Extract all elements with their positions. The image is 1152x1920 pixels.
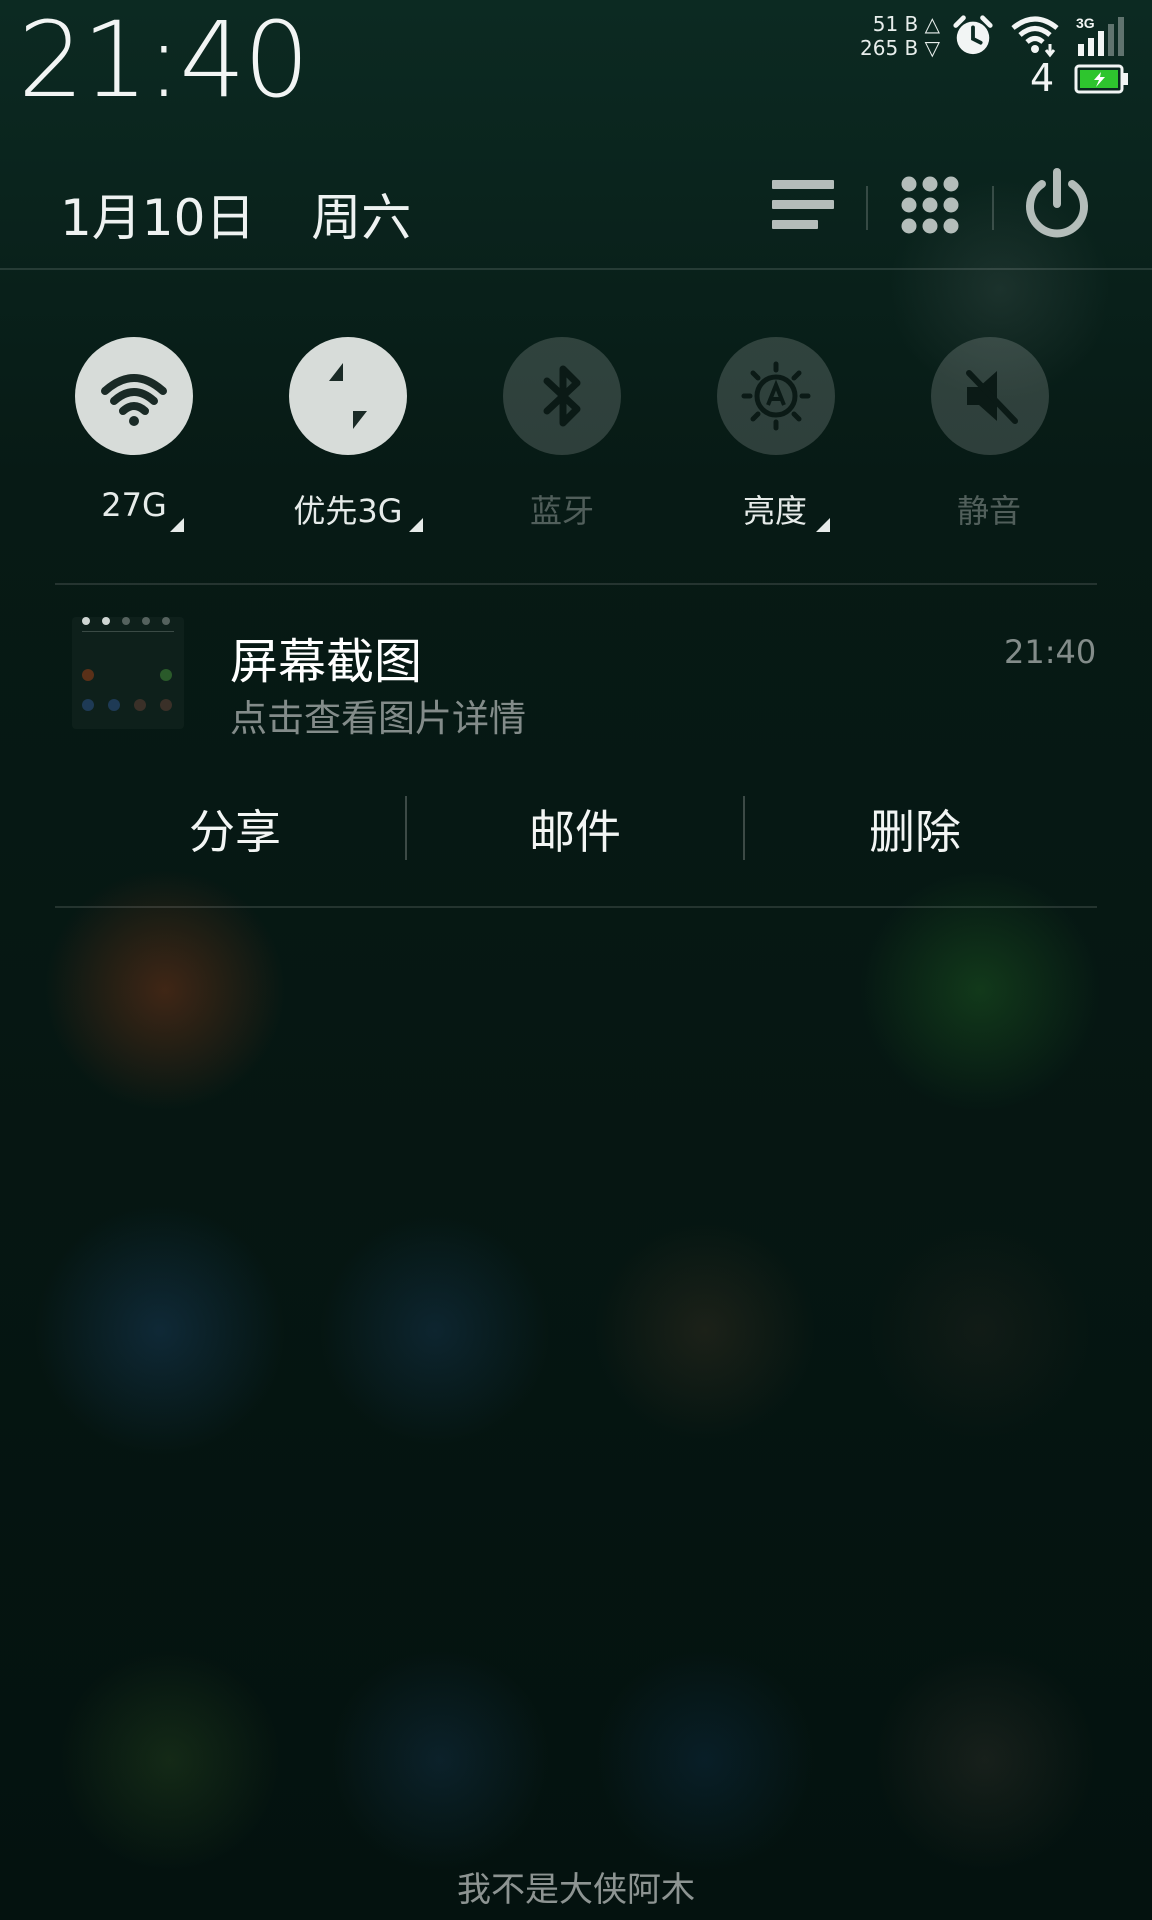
header-divider — [866, 186, 868, 230]
alarm-icon — [953, 15, 993, 55]
screenshot-thumbnail — [72, 617, 184, 729]
mobile-data-toggle[interactable] — [289, 337, 407, 455]
notification-time: 21:40 — [1004, 633, 1097, 671]
bluetooth-toggle-label: 蓝牙 — [529, 492, 594, 530]
action-divider — [743, 796, 745, 860]
toggles-divider-line — [55, 583, 1097, 585]
notification-bottom-line — [55, 906, 1097, 908]
mute-toggle[interactable] — [931, 337, 1049, 455]
apps-grid-icon — [901, 176, 959, 234]
date-weekday: 周六 — [311, 189, 412, 247]
net-upload-speed: 51 B △ — [872, 12, 940, 36]
header-divider — [992, 186, 994, 230]
sim-slot-number: 4 — [1030, 56, 1055, 100]
bluetooth-toggle[interactable] — [503, 337, 621, 455]
apps-grid-button[interactable] — [893, 168, 967, 242]
date-day: 1月10日 — [60, 189, 256, 247]
mute-toggle-label: 静音 — [956, 492, 1021, 530]
share-button[interactable]: 分享 — [75, 796, 395, 862]
list-menu-button[interactable] — [768, 168, 842, 242]
header-divider-line — [0, 268, 1152, 270]
battery-charging-icon — [1074, 64, 1128, 94]
status-clock: 21:40 — [18, 0, 310, 121]
watermark-text: 我不是大侠阿木 — [457, 1870, 695, 1910]
email-button[interactable]: 邮件 — [415, 796, 735, 862]
thumbnail-image — [72, 617, 184, 729]
network-type-label: 3G — [1076, 15, 1095, 31]
net-download-speed: 265 B ▽ — [860, 36, 940, 60]
screenshot-notification[interactable] — [55, 590, 1097, 740]
action-divider — [405, 796, 407, 860]
notification-subtitle: 点击查看图片详情 — [230, 697, 526, 740]
date-label: 1月10日 周六 — [60, 178, 411, 250]
list-menu-icon — [772, 180, 834, 229]
brightness-toggle-label: 亮度 — [742, 492, 807, 530]
network-speed: 51 B △ 265 B ▽ — [860, 12, 940, 60]
bluetooth-icon — [543, 365, 581, 427]
delete-button[interactable]: 删除 — [755, 796, 1075, 862]
wifi-icon — [1011, 16, 1059, 58]
brightness-toggle[interactable] — [717, 337, 835, 455]
mobile-data-expand-arrow[interactable] — [409, 518, 423, 532]
3g-signal-icon: 3G — [1076, 15, 1124, 56]
wifi-toggle-label: 27G — [101, 486, 167, 524]
brightness-expand-arrow[interactable] — [816, 518, 830, 532]
wifi-icon — [101, 374, 167, 426]
wifi-toggle[interactable] — [75, 337, 193, 455]
mute-icon — [966, 370, 1018, 424]
notification-title: 屏幕截图 — [230, 634, 423, 690]
power-button[interactable] — [1020, 168, 1094, 242]
data-transfer-icon — [329, 363, 367, 429]
power-icon — [1026, 168, 1088, 238]
wifi-expand-arrow[interactable] — [170, 518, 184, 532]
brightness-auto-icon — [741, 361, 811, 431]
